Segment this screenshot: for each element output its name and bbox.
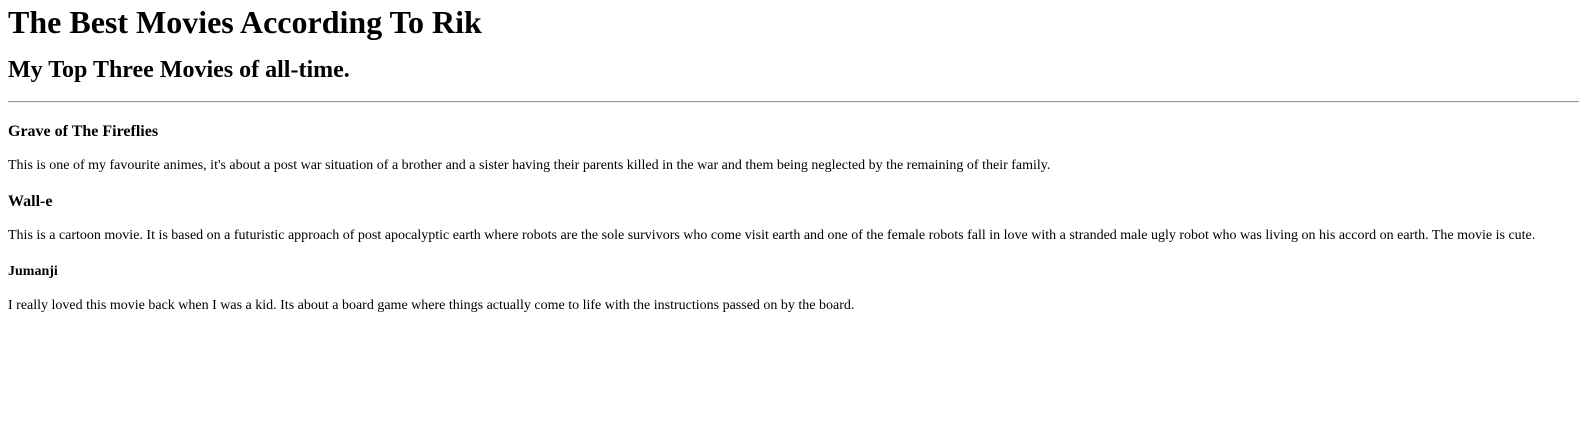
divider [8,101,1579,103]
movie-title: Jumanji [8,264,58,279]
movie-title: Wall-e [8,193,53,210]
movie-item: Wall-e This is a cartoon movie. It is ba… [8,192,1579,245]
page-subtitle: My Top Three Movies of all-time. [8,57,350,83]
movie-item: Grave of The Fireflies This is one of my… [8,122,1579,175]
movie-title: Grave of The Fireflies [8,123,159,140]
movie-list: Grave of The Fireflies This is one of my… [8,122,1579,315]
page-title: The Best Movies According To Rik [8,4,482,40]
movie-item: Jumanji I really loved this movie back w… [8,262,1579,315]
page-content: The Best Movies According To Rik My Top … [0,0,1587,315]
movie-description: This is one of my favourite animes, it's… [8,158,1051,173]
movie-description: I really loved this movie back when I wa… [8,298,855,313]
movie-description: This is a cartoon movie. It is based on … [8,228,1536,243]
